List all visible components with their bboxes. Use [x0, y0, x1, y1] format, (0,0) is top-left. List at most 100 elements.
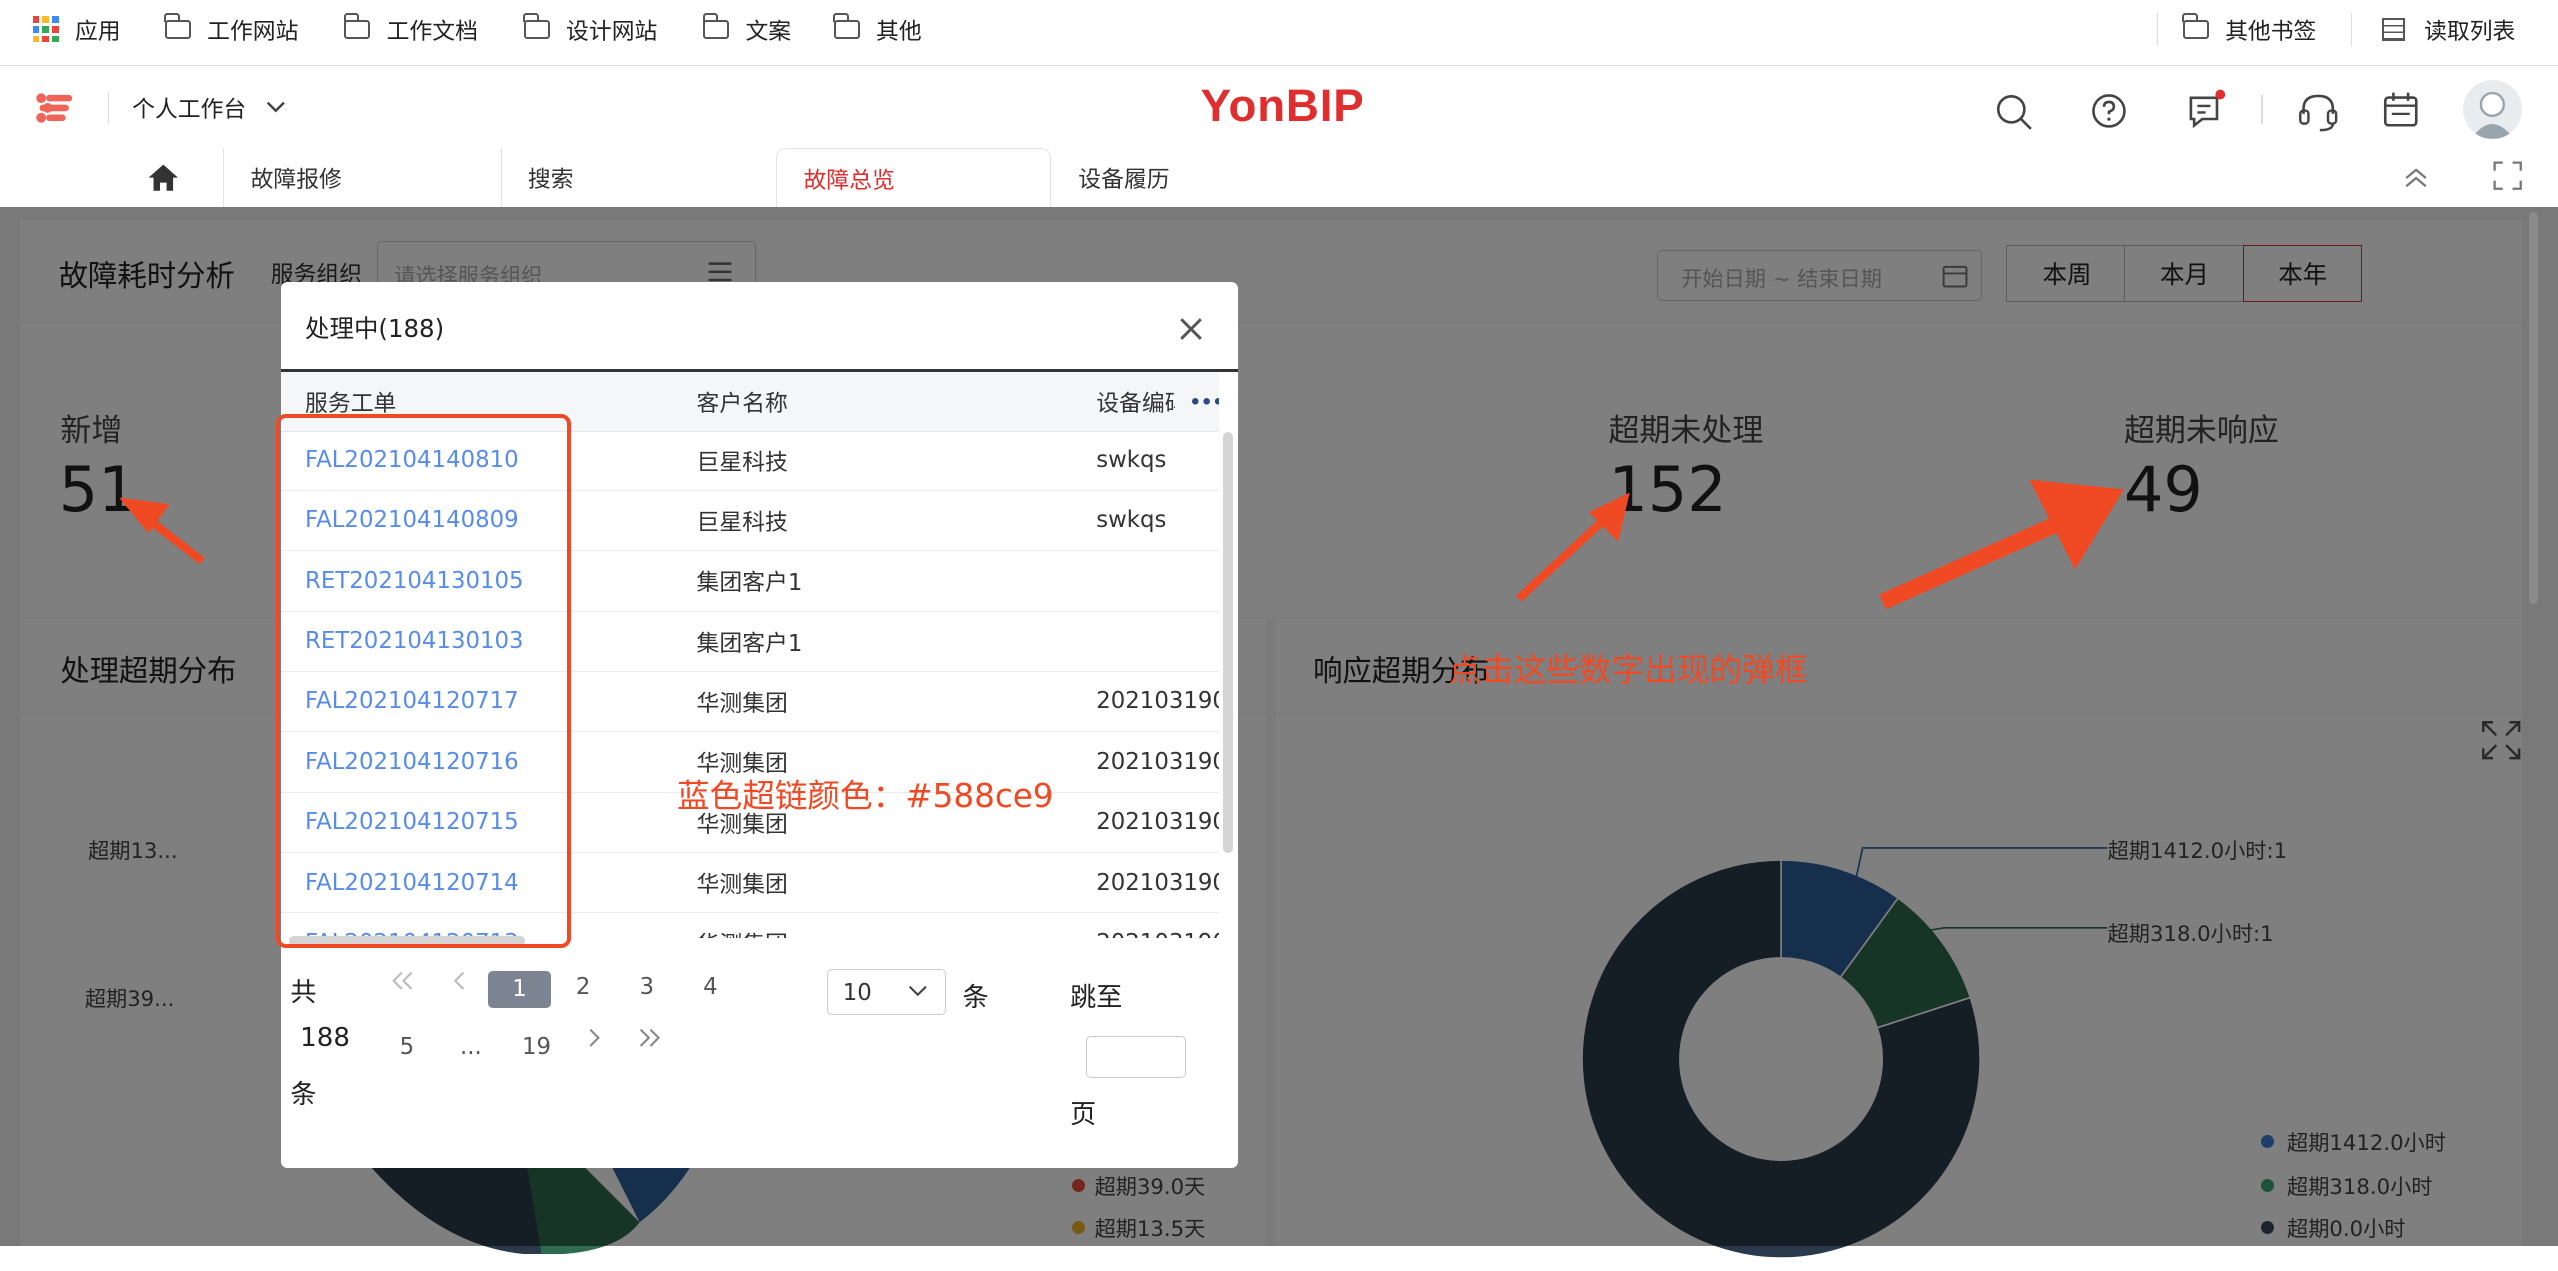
- reading-list-icon: [2381, 17, 2405, 41]
- customer-cell: 集团客户1: [696, 570, 803, 597]
- reading-list[interactable]: 读取列表: [2381, 0, 2515, 59]
- page-size-value: 10: [842, 979, 872, 1006]
- workspace-switcher[interactable]: 个人工作台: [132, 88, 285, 127]
- fullscreen-icon[interactable]: [2493, 161, 2522, 191]
- tab-label: 故障报修: [250, 167, 342, 194]
- bookmark-folder[interactable]: 设计网站: [523, 0, 658, 59]
- chevron-down-icon: [266, 101, 285, 113]
- page-button[interactable]: 4: [703, 974, 718, 1000]
- bookmark-folder[interactable]: 文案: [702, 0, 792, 59]
- page-button[interactable]: 2: [576, 974, 591, 1000]
- last-page-icon[interactable]: [639, 1028, 662, 1048]
- app-header: 个人工作台 YonBIP: [0, 66, 2558, 149]
- bookmark-other-label: 其他书签: [2225, 18, 2317, 45]
- total-suffix: 条: [290, 1080, 317, 1111]
- divider: [2260, 94, 2263, 124]
- bookmark-label: 其他: [876, 18, 922, 45]
- page-button-active[interactable]: 1: [487, 970, 552, 1009]
- help-icon[interactable]: [2091, 93, 2130, 132]
- bookmark-folder[interactable]: 工作网站: [164, 0, 299, 59]
- total-count: 188: [300, 1022, 350, 1053]
- logo-yon: Yon: [1200, 79, 1286, 131]
- device-cell: 2021031900: [1096, 914, 1218, 938]
- bookmark-folder[interactable]: 工作文档: [343, 0, 478, 59]
- folder-icon: [833, 13, 860, 40]
- column-settings[interactable]: [1174, 371, 1219, 431]
- collapse-up-icon[interactable]: [2403, 165, 2429, 191]
- bookmarks-bar: 应用 工作网站 工作文档 设计网站 文案 其他 其他书签 读取列表: [0, 0, 2558, 67]
- page-scrollbar[interactable]: [2528, 212, 2539, 604]
- bookmark-label: 工作网站: [207, 18, 299, 45]
- annotation-link-color: 蓝色超链颜色：#588ce9: [676, 776, 1054, 815]
- close-icon[interactable]: [1178, 316, 1204, 342]
- first-page-icon[interactable]: [391, 971, 415, 991]
- page-size-select[interactable]: 10: [827, 968, 947, 1015]
- divider: [107, 91, 110, 124]
- folder-icon: [523, 13, 550, 40]
- customer-cell: 华测集团: [696, 872, 788, 898]
- tab-label: 故障总览: [803, 167, 895, 194]
- folder-icon: [702, 13, 730, 40]
- more-icon: [1192, 398, 1219, 405]
- customer-service-icon[interactable]: [2297, 91, 2339, 133]
- device-cell: swkqs: [1096, 447, 1167, 473]
- bookmark-label: 文案: [745, 18, 792, 45]
- device-cell: [1096, 551, 1218, 610]
- page-button[interactable]: 19: [522, 1034, 551, 1060]
- message-icon[interactable]: [2186, 88, 2232, 134]
- modal-title: 处理中(188): [305, 313, 445, 343]
- folder-icon: [2182, 13, 2209, 40]
- customer-cell: 巨星科技: [696, 449, 788, 476]
- avatar[interactable]: [2463, 79, 2522, 139]
- device-cell: 2021031900: [1096, 688, 1218, 715]
- tab-label: 设备履历: [1078, 167, 1170, 194]
- device-cell: 2021031900: [1096, 748, 1218, 775]
- customer-cell: 华测集团: [697, 914, 788, 938]
- customer-cell: 集团客户1: [696, 630, 803, 657]
- page-unit: 页: [1070, 1099, 1097, 1130]
- jump-to-label: 跳至: [1070, 982, 1123, 1013]
- column-header: 客户名称: [696, 390, 788, 417]
- tab-fault-overview[interactable]: 故障总览: [776, 148, 1051, 208]
- annotation-click-hint: 点击这些数字出现的弹框: [1448, 651, 1808, 690]
- tabs-bar: 故障报修 搜索 故障总览 设备履历: [0, 148, 2558, 209]
- bookmark-folder[interactable]: 其他: [833, 0, 922, 59]
- divider: [2156, 13, 2159, 46]
- table-vertical-scrollbar[interactable]: [1223, 432, 1234, 854]
- page-number: 1: [512, 976, 527, 1003]
- bookmark-apps-label: 应用: [74, 18, 121, 45]
- user-icon: [2471, 91, 2514, 139]
- page-size-unit: 条: [962, 982, 989, 1013]
- chevron-down-icon: [908, 985, 927, 996]
- bookmark-label: 工作文档: [386, 18, 478, 45]
- divider: [2350, 13, 2353, 46]
- annotation-box: [275, 414, 571, 948]
- page-button[interactable]: 3: [639, 974, 654, 1000]
- next-page-icon[interactable]: [587, 1028, 603, 1048]
- home-icon[interactable]: [147, 163, 180, 192]
- jump-page-input[interactable]: [1086, 1035, 1186, 1079]
- bookmark-label: 设计网站: [566, 18, 658, 45]
- previous-page-icon[interactable]: [452, 971, 468, 991]
- device-cell: swkqs: [1096, 507, 1167, 534]
- customer-cell: 巨星科技: [696, 509, 788, 536]
- yonbip-logo: YonBIP: [1201, 80, 1365, 132]
- page-button[interactable]: 5: [400, 1034, 415, 1060]
- page-ellipsis[interactable]: ...: [460, 1034, 482, 1060]
- workspace-label: 个人工作台: [132, 97, 247, 124]
- tab-device-history[interactable]: 设备履历: [1052, 148, 1329, 207]
- folder-icon: [343, 13, 371, 40]
- tab-label: 搜索: [527, 167, 574, 194]
- logo-bip: BIP: [1285, 79, 1365, 131]
- customer-cell: 华测集团: [696, 690, 788, 717]
- calendar-icon[interactable]: [2382, 91, 2421, 130]
- folder-icon: [164, 13, 191, 40]
- bookmark-other[interactable]: 其他书签: [2182, 0, 2317, 59]
- bookmark-apps[interactable]: 应用: [32, 0, 121, 59]
- device-cell: [1096, 612, 1218, 671]
- total-prefix: 共: [290, 977, 317, 1008]
- tab-fault-report[interactable]: 故障报修: [223, 148, 500, 208]
- app-menu-icon[interactable]: [33, 90, 75, 126]
- tab-search[interactable]: 搜索: [500, 148, 778, 208]
- search-icon[interactable]: [1995, 93, 2034, 132]
